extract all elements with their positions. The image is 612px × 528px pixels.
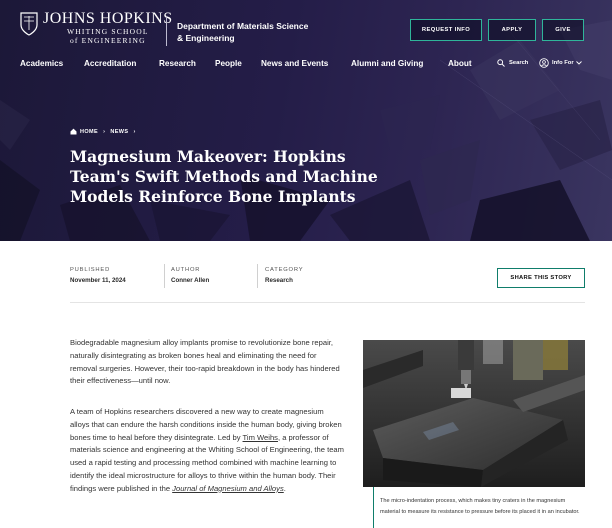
breadcrumb-separator: › [133, 128, 136, 135]
info-for-label: Info For [552, 60, 574, 66]
share-story-button[interactable]: SHARE THIS STORY [497, 268, 585, 288]
page-title: Magnesium Makeover: Hopkins Team's Swift… [70, 147, 378, 206]
author-name: Conner Allen [171, 277, 210, 284]
chevron-down-icon [575, 61, 582, 65]
department-name[interactable]: Department of Materials Science & Engine… [177, 20, 308, 44]
article-photo [363, 340, 585, 487]
journal-link[interactable]: Journal of Magnesium and Alloys [172, 484, 284, 493]
nav-accreditation[interactable]: Accreditation [84, 59, 136, 68]
meta-divider [257, 264, 258, 288]
breadcrumb-news[interactable]: NEWS [110, 129, 128, 135]
article-paragraph-1: Biodegradable magnesium alloy implants p… [70, 338, 340, 386]
nav-about[interactable]: About [448, 59, 472, 68]
info-for-menu[interactable]: Info For [539, 58, 582, 68]
meta-divider [164, 264, 165, 288]
breadcrumb-separator: › [103, 128, 106, 135]
apply-button[interactable]: APPLY [488, 19, 536, 41]
jhu-logo[interactable]: JOHNS HOPKINS WHITING SCHOOL of ENGINEER… [20, 10, 173, 45]
nav-people[interactable]: People [215, 59, 242, 68]
caption-accent-bar [373, 487, 374, 528]
nav-news-and-events[interactable]: News and Events [261, 59, 328, 68]
breadcrumb: HOME › NEWS › [70, 128, 141, 135]
person-icon [539, 58, 549, 68]
nav-academics[interactable]: Academics [20, 59, 63, 68]
give-button[interactable]: GIVE [542, 19, 584, 41]
micro-indentation-image [363, 340, 585, 487]
hero-banner: JOHNS HOPKINS WHITING SCHOOL of ENGINEER… [0, 0, 612, 241]
department-line-2: & Engineering [177, 33, 235, 43]
search-icon [497, 59, 505, 67]
department-line-1: Department of Materials Science [177, 21, 309, 31]
tim-weihs-link[interactable]: Tim Weihs [243, 433, 278, 442]
photo-caption: The micro-indentation process, which mak… [380, 498, 580, 515]
search-button[interactable]: Search [497, 59, 528, 67]
logo-wordmark: JOHNS HOPKINS [43, 10, 173, 27]
author-label: AUTHOR [171, 267, 201, 273]
logo-divider [166, 16, 167, 46]
meta-divider-rule [70, 302, 585, 303]
nav-research[interactable]: Research [159, 59, 196, 68]
nav-alumni-and-giving[interactable]: Alumni and Giving [351, 59, 423, 68]
jhu-shield-icon [20, 12, 38, 36]
breadcrumb-home[interactable]: HOME [80, 129, 98, 135]
search-label: Search [509, 60, 529, 66]
paragraph-text: . [283, 483, 286, 493]
home-icon [70, 128, 77, 135]
published-label: PUBLISHED [70, 267, 111, 273]
article-paragraph-2: A team of Hopkins researchers discovered… [70, 406, 345, 496]
category-label: CATEGORY [265, 267, 304, 273]
logo-subtitle: WHITING SCHOOL [67, 27, 149, 36]
published-date: November 11, 2024 [70, 277, 126, 284]
main-nav: Academics Accreditation Research People … [0, 58, 612, 71]
request-info-button[interactable]: REQUEST INFO [410, 19, 482, 41]
category-value: Research [265, 277, 293, 284]
logo-subtitle-2: of ENGINEERING [69, 36, 146, 45]
